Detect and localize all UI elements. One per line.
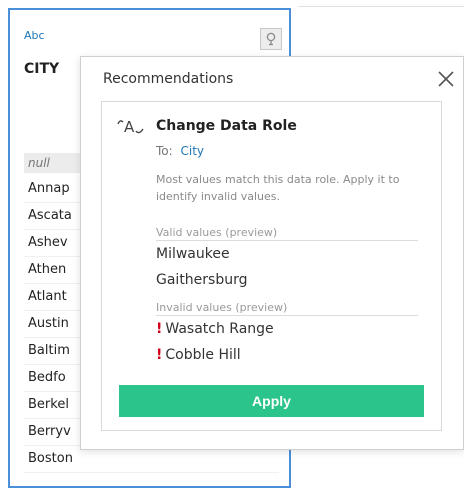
invalid-marker-icon: ! (156, 347, 163, 363)
close-button[interactable] (435, 68, 457, 90)
invalid-value-text: Cobble Hill (165, 347, 241, 363)
recommendation-card: A Change Data Role To: City Most values … (101, 101, 442, 431)
invalid-values-label: Invalid values (preview) (156, 301, 288, 314)
valid-values-label: Valid values (preview) (156, 226, 278, 239)
popup-title: Recommendations (103, 71, 234, 87)
invalid-value: ! Cobble Hill (156, 347, 241, 363)
data-role-icon: A (117, 118, 144, 136)
target-role-value: City (180, 144, 205, 158)
invalid-marker-icon: ! (156, 321, 163, 337)
apply-button[interactable]: Apply (119, 385, 424, 417)
svg-text:A: A (124, 118, 135, 136)
target-role-row: To: City (156, 144, 204, 158)
invalid-value: ! Wasatch Range (156, 321, 274, 337)
valid-values-divider (156, 240, 418, 241)
list-item[interactable]: Boston (24, 446, 279, 473)
recommendation-description: Most values match this data role. Apply … (156, 173, 400, 203)
lightbulb-icon (266, 32, 276, 46)
valid-value: Milwaukee (156, 246, 230, 262)
recommendation-title: Change Data Role (156, 118, 297, 134)
recommendation-button[interactable] (260, 28, 282, 50)
top-divider (298, 6, 464, 7)
field-name[interactable]: CITY (24, 61, 59, 77)
close-icon (438, 71, 454, 87)
valid-value: Gaithersburg (156, 272, 248, 288)
invalid-values-divider (156, 315, 418, 316)
field-type-label: Abc (24, 29, 45, 42)
invalid-value-text: Wasatch Range (165, 321, 274, 337)
recommendations-popup: Recommendations A Change Data Role To: C… (80, 56, 464, 450)
to-label: To: (156, 144, 173, 158)
